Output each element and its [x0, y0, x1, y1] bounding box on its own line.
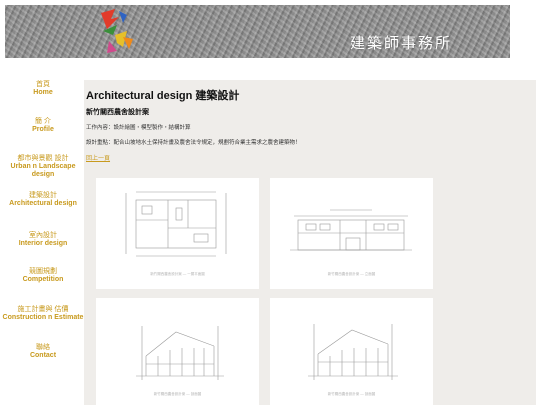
banner-title: 建築師事務所 [349, 34, 452, 52]
sidebar-item-label-en: Construction n Estimate [2, 314, 84, 321]
header-banner: 建築師事務所 [5, 5, 510, 58]
drawing-elevation[interactable]: 新竹關西農舍設計案 — 立面圖 [270, 178, 433, 289]
drawing-section-1[interactable]: 新竹關西農舍設計案 — 剖面圖 [96, 298, 259, 409]
logo [101, 9, 133, 53]
drawing-caption: 新竹關西農舍設計案 — 剖面圖 [153, 392, 202, 396]
sidebar-item-label-en: Contact [29, 352, 57, 359]
sidebar-item-label-en: Home [33, 89, 53, 96]
work-content-text: 工作內容：設計繪圖・模型製作・結構計算 [86, 125, 191, 131]
sidebar-item-label-en: Interior design [18, 240, 68, 247]
sidebar-item-label-en: Competition [22, 276, 64, 283]
sidebar-item-label-zh: 首頁 [36, 81, 50, 88]
sidebar-item-profile[interactable]: 簡 介 Profile [0, 118, 86, 134]
page-title: Architectural design 建築設計 [86, 90, 240, 102]
sidebar-item-competition[interactable]: 競圖規劃 Competition [0, 268, 86, 284]
drawing-caption: 新竹關西農舍設計案 — 剖面圖 [327, 392, 376, 396]
sidebar-item-label-en: Profile [32, 126, 54, 133]
sidebar-item-architectural-design[interactable]: 建築設計 Architectural design [0, 192, 86, 208]
sidebar-item-label-zh: 競圖規劃 [29, 268, 57, 275]
drawing-floor-plan[interactable]: 新竹關西農舍設計案 — 一層平面圖 [96, 178, 259, 289]
project-title: 新竹關西農舍設計案 [86, 109, 149, 116]
sidebar-item-label-zh: 室內設計 [29, 232, 57, 239]
sidebar-item-label-zh: 建築設計 [29, 192, 57, 199]
sidebar-item-label-en: Architectural design [9, 200, 77, 207]
sidebar-item-home[interactable]: 首頁 Home [0, 81, 86, 97]
back-link[interactable]: 回上一頁 [86, 153, 110, 162]
sidebar-item-label-zh: 聯絡 [36, 344, 50, 351]
main-content: Architectural design 建築設計 新竹關西農舍設計案 工作內容… [84, 80, 536, 409]
sidebar-item-label-zh: 都市與景觀 設計 [17, 155, 69, 162]
sidebar-item-contact[interactable]: 聯絡 Contact [0, 344, 86, 360]
drawing-caption: 新竹關西農舍設計案 — 立面圖 [327, 272, 376, 276]
drawing-caption: 新竹關西農舍設計案 — 一層平面圖 [150, 272, 205, 276]
sidebar-item-label-en: Urban n Landscape design [10, 163, 76, 178]
sidebar-item-label-zh: 施工計畫與 估價 [17, 306, 69, 313]
sidebar-item-urban-landscape[interactable]: 都市與景觀 設計 Urban n Landscape design [0, 155, 86, 179]
sidebar-item-interior-design[interactable]: 室內設計 Interior design [0, 232, 86, 248]
sidebar-item-construction-estimate[interactable]: 施工計畫與 估價 Construction n Estimate [0, 306, 86, 322]
design-focus-text: 設計重點：配合山坡地水土保持計畫及農舍法令規定，規劃符合業主需求之農舍建築物！ [86, 140, 301, 146]
drawing-section-2[interactable]: 新竹關西農舍設計案 — 剖面圖 [270, 298, 433, 409]
sidebar-item-label-zh: 簡 介 [35, 118, 51, 125]
